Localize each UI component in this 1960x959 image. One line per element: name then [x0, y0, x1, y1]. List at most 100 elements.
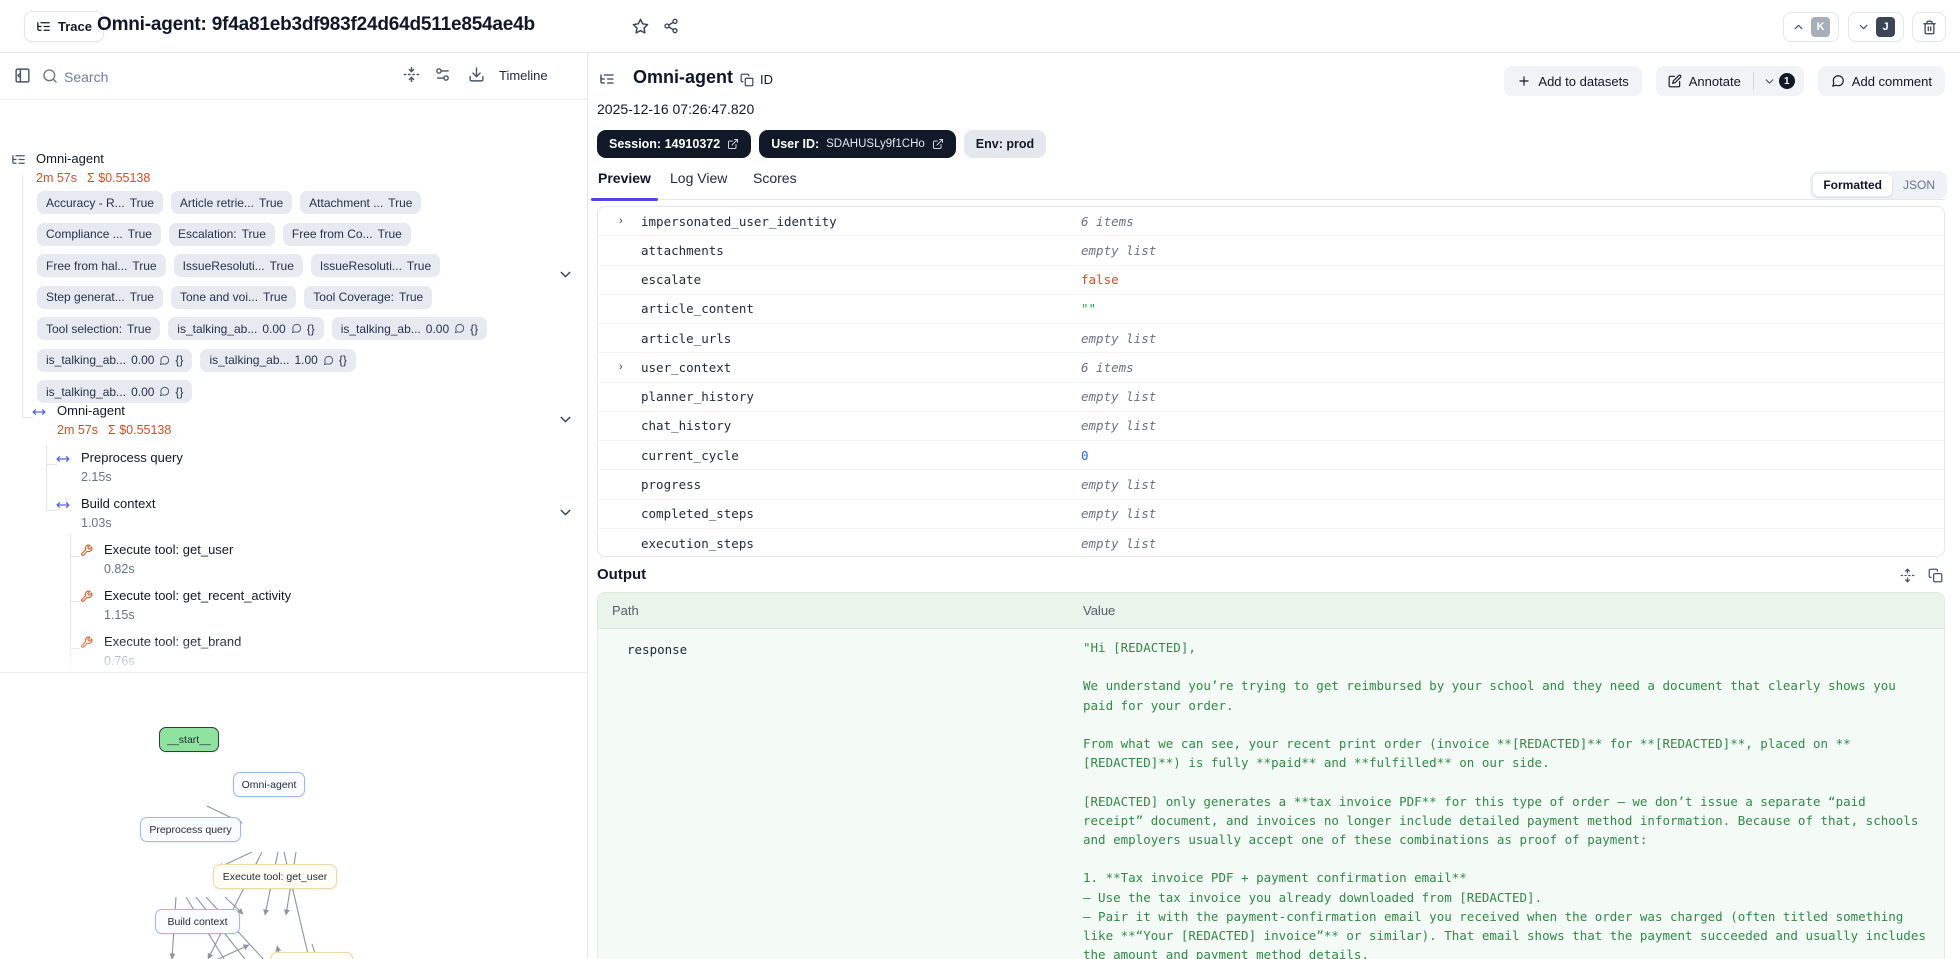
tree-item-root[interactable]: Omni-agent — [36, 151, 104, 166]
score-value: True — [129, 195, 154, 210]
score-badge[interactable]: is_talking_ab... 1.00 {} — [200, 348, 356, 372]
collapse-all-button[interactable] — [403, 66, 420, 83]
tree-item-build-context[interactable]: Build context — [81, 496, 155, 511]
format-toggle-json[interactable]: JSON — [1893, 173, 1945, 197]
output-path: response — [627, 642, 688, 657]
score-badge[interactable]: Compliance ... True — [37, 222, 161, 246]
external-link-icon — [728, 139, 739, 149]
graph-node-Build context[interactable]: Build context — [155, 909, 240, 934]
chevron-down-icon — [1765, 78, 1774, 84]
bookmark-star-button[interactable] — [632, 18, 649, 35]
user-id-label: User ID: — [771, 137, 820, 151]
score-badge[interactable]: is_talking_ab... 0.00 {} — [331, 317, 488, 340]
format-toggle-formatted[interactable]: Formatted — [1812, 173, 1893, 197]
graph-node-__start__[interactable]: __start__ — [159, 727, 219, 752]
search-input[interactable] — [64, 65, 384, 89]
prev-trace-button[interactable]: K — [1783, 12, 1839, 42]
score-badge[interactable]: Free from Co... True — [282, 222, 411, 246]
collapse-build-context-chevron[interactable] — [556, 503, 574, 521]
score-badge[interactable]: Accuracy - R... True — [37, 191, 163, 214]
score-name: Tool selection: — [46, 321, 123, 336]
score-badge[interactable]: Article retrie... True — [170, 191, 293, 214]
tree-item-tool-get-user[interactable]: Execute tool: get_user — [104, 542, 233, 557]
score-name: is_talking_ab... — [46, 353, 127, 367]
copy-output-icon[interactable] — [1928, 568, 1943, 583]
score-badge[interactable]: Tool selection: True — [37, 317, 161, 340]
score-value: True — [388, 195, 413, 210]
score-badge[interactable]: is_talking_ab... 0.00 {} — [168, 317, 324, 340]
kv-value: empty list — [1081, 330, 1157, 346]
collapse-badges-chevron[interactable] — [556, 265, 574, 283]
graph-node-Omni-agent[interactable]: Omni-agent — [233, 772, 305, 797]
duration: 0.82s — [104, 562, 135, 576]
expand-row-chevron[interactable]: › — [619, 361, 631, 373]
annotate-dropdown-button[interactable]: 1 — [1754, 66, 1804, 96]
score-config: {} — [470, 321, 479, 336]
timeline-toggle[interactable]: Timeline — [499, 68, 548, 83]
score-name: is_talking_ab... — [340, 321, 421, 336]
root-cost: Σ $0.55138 — [87, 171, 151, 185]
settings-sliders-icon — [436, 68, 449, 81]
annotate-split-button: Annotate 1 — [1655, 66, 1804, 96]
score-badge[interactable]: IssueResoluti... True — [173, 254, 303, 277]
plus-icon — [1519, 76, 1530, 86]
duration: 1.15s — [104, 608, 135, 622]
chevron-down-icon — [560, 271, 570, 277]
score-value: 1.00 — [294, 353, 318, 367]
detail-tabs: Preview Log View Scores — [588, 170, 1945, 201]
copy-id-button[interactable]: ID — [760, 72, 773, 87]
graph-node-Preprocess query[interactable]: Preprocess query — [140, 817, 241, 842]
score-value: True — [258, 195, 284, 210]
collapse-sidebar-button[interactable] — [14, 67, 31, 84]
tab-scores[interactable]: Scores — [753, 170, 797, 200]
session-label: Session: 14910372 — [609, 137, 721, 151]
next-trace-button[interactable]: J — [1848, 12, 1904, 42]
kv-value: empty list — [1081, 535, 1157, 551]
user-id-pill[interactable]: User ID: SDAHUSLy9f1CHo — [759, 130, 956, 158]
score-badge[interactable]: Free from hal... True — [37, 254, 166, 277]
tree-item-tool-get-brand[interactable]: Execute tool: get_brand — [104, 634, 241, 649]
kv-row-impersonated_user_identity: › impersonated_user_identity 6 items — [598, 207, 1944, 237]
annotate-button[interactable]: Annotate — [1656, 66, 1753, 96]
chevron-up-icon — [1794, 24, 1803, 30]
add-comment-button[interactable]: Add comment — [1817, 66, 1945, 96]
score-badge[interactable]: is_talking_ab... 0.00 {} — [37, 380, 193, 403]
score-name: Accuracy - R... — [46, 195, 125, 210]
score-badge[interactable]: Escalation: True — [168, 222, 275, 246]
tab-preview[interactable]: Preview — [591, 170, 658, 201]
tab-log-view[interactable]: Log View — [670, 170, 727, 200]
download-button[interactable] — [468, 66, 485, 83]
tree-item-span-omni-agent[interactable]: Omni-agent — [57, 403, 125, 418]
add-to-datasets-button[interactable]: Add to datasets — [1504, 66, 1642, 96]
unfold-vertical-icon[interactable] — [1900, 568, 1915, 583]
trace-type-badge: Trace — [24, 11, 104, 42]
tree-guide-line — [70, 534, 71, 672]
tree-item-tool-get-recent-activity[interactable]: Execute tool: get_recent_activity — [104, 588, 291, 603]
chevron-down-icon — [560, 416, 570, 422]
graph-node-Execute tool: get_user[interactable]: Execute tool: get_user — [213, 864, 337, 889]
share-button[interactable] — [663, 18, 679, 34]
kv-row-user_context: › user_context 6 items — [598, 353, 1944, 383]
score-badge[interactable]: Tool Coverage: True — [304, 285, 433, 309]
view-settings-button[interactable] — [434, 66, 451, 83]
copy-id-icon[interactable] — [740, 73, 754, 87]
score-name: Step generat... — [46, 290, 125, 304]
expand-row-chevron[interactable]: › — [619, 215, 631, 227]
output-col-value: Value — [1083, 603, 1116, 618]
score-badge-row: is_talking_ab... 0.00 {} is_talking_ab... 1.… — [37, 348, 559, 372]
score-badge-row: is_talking_ab... 0.00 {} — [37, 380, 559, 403]
score-badge[interactable]: is_talking_ab... 0.00 {} — [37, 348, 193, 372]
collapse-span-chevron[interactable] — [556, 410, 574, 428]
session-pill[interactable]: Session: 14910372 — [597, 130, 752, 158]
tree-guide-line — [46, 445, 47, 511]
score-badge[interactable]: Attachment ... True — [300, 191, 422, 214]
kbd-j: J — [1876, 17, 1895, 37]
graph-node-partial[interactable] — [270, 952, 353, 959]
score-badge-row: Accuracy - R... True Article retrie... True… — [37, 191, 559, 214]
tree-item-preprocess-query[interactable]: Preprocess query — [81, 450, 183, 465]
score-badge[interactable]: Step generat... True — [37, 285, 163, 309]
delete-trace-button[interactable] — [1912, 12, 1946, 42]
score-badge[interactable]: Tone and voi... True — [170, 285, 297, 309]
score-badge[interactable]: IssueResoluti... True — [310, 254, 441, 277]
kv-key: chat_history — [641, 418, 732, 434]
